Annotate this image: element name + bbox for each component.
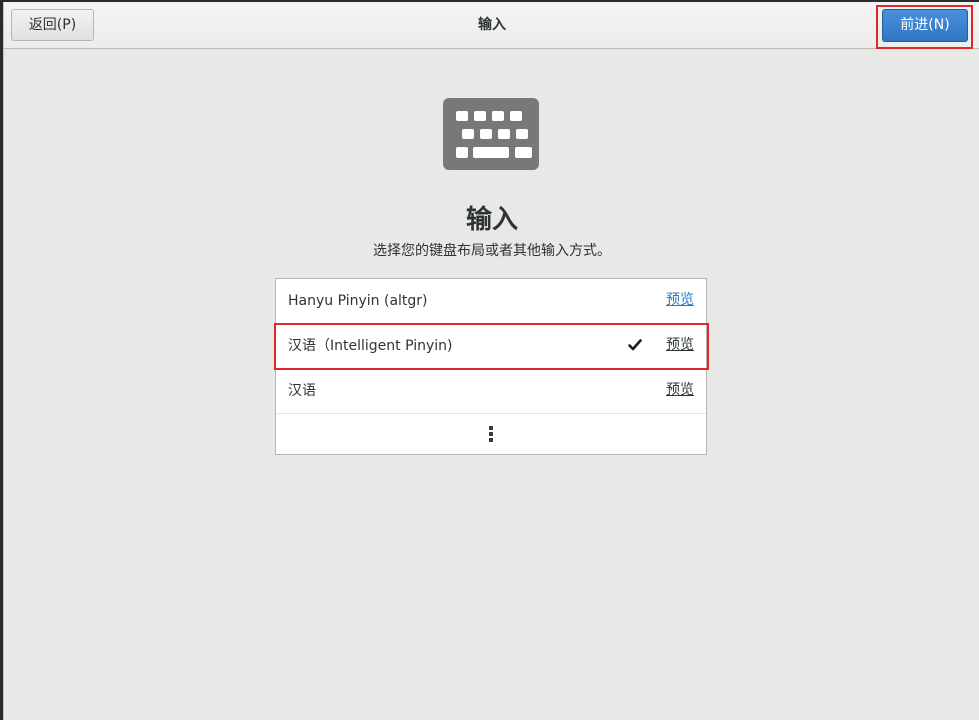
input-source-label: 汉语	[288, 383, 316, 399]
header-title: 输入	[478, 17, 506, 33]
input-source-label: Hanyu Pinyin (altgr)	[288, 293, 428, 309]
preview-link[interactable]: 预览	[666, 381, 694, 399]
back-button[interactable]: 返回(P)	[11, 9, 94, 41]
input-source-row-hanyu-pinyin-altgr[interactable]: Hanyu Pinyin (altgr) 预览	[276, 279, 706, 324]
keyboard-icon	[443, 98, 539, 170]
input-source-list: Hanyu Pinyin (altgr) 预览 汉语（Intelligent P…	[275, 278, 707, 455]
input-source-row-hanyu[interactable]: 汉语 预览	[276, 369, 706, 414]
preview-link[interactable]: 预览	[666, 336, 694, 354]
checkmark-icon	[628, 339, 642, 351]
more-input-sources-button[interactable]	[276, 414, 706, 454]
page-title: 输入	[465, 205, 518, 235]
more-vertical-icon	[489, 426, 493, 442]
input-source-row-intelligent-pinyin[interactable]: 汉语（Intelligent Pinyin) 预览	[276, 324, 706, 369]
preview-link[interactable]: 预览	[666, 291, 694, 309]
page-subtitle: 选择您的键盘布局或者其他输入方式。	[373, 243, 611, 259]
header-bar: 返回(P) 输入 前进(N)	[4, 2, 979, 49]
input-source-label: 汉语（Intelligent Pinyin)	[288, 338, 453, 354]
next-button[interactable]: 前进(N)	[882, 9, 968, 42]
setup-window: 返回(P) 输入 前进(N) 输入 选择您的键盘布局或者其他输入方式。 Hany…	[3, 2, 979, 720]
